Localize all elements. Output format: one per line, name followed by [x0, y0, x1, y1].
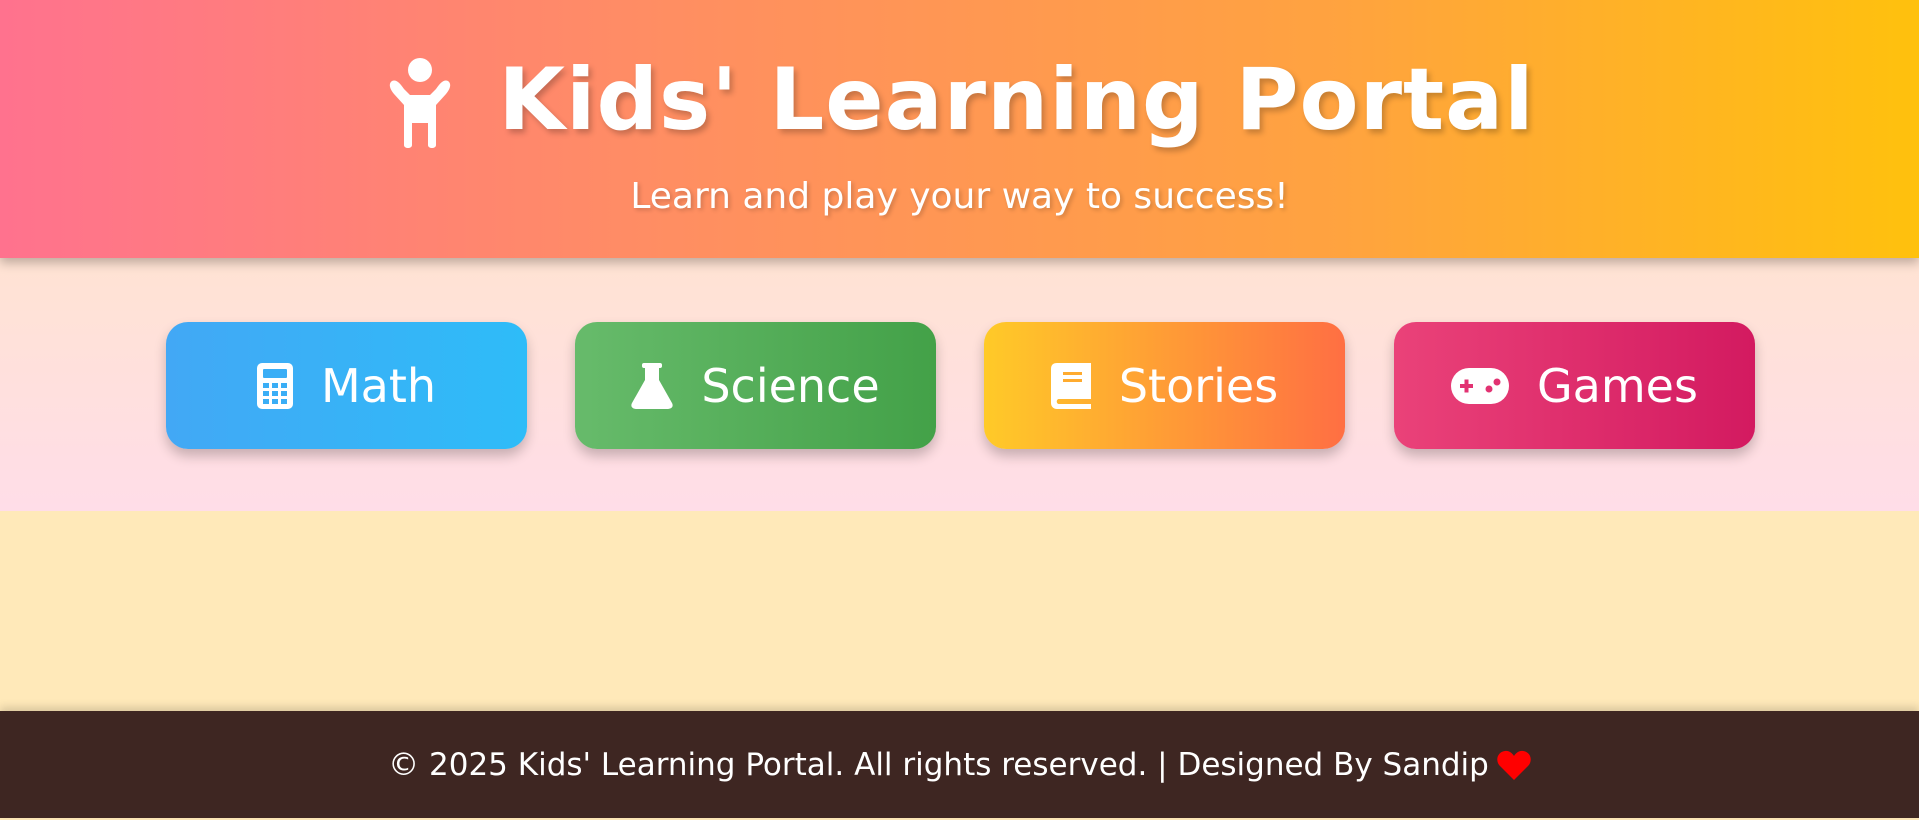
subject-nav: Math Science Stories Games [0, 258, 1919, 511]
heart-icon [1497, 750, 1531, 780]
site-header: Kids' Learning Portal Learn and play you… [0, 0, 1919, 258]
gamepad-icon [1451, 367, 1510, 404]
flask-icon [631, 362, 673, 409]
footer-text: © 2025 Kids' Learning Portal. All rights… [388, 746, 1489, 783]
stories-label: Stories [1118, 358, 1279, 413]
child-icon [390, 58, 451, 148]
calculator-icon [256, 362, 293, 409]
math-label: Math [320, 358, 437, 413]
science-label: Science [701, 358, 880, 413]
title-row: Kids' Learning Portal [0, 50, 1919, 150]
page-subtitle: Learn and play your way to success! [630, 176, 1289, 217]
book-icon [1050, 362, 1091, 409]
site-footer: © 2025 Kids' Learning Portal. All rights… [0, 711, 1919, 818]
page-title: Kids' Learning Portal [498, 50, 1535, 150]
games-button[interactable]: Games [1394, 322, 1755, 449]
stories-button[interactable]: Stories [984, 322, 1345, 449]
science-button[interactable]: Science [575, 322, 936, 449]
math-button[interactable]: Math [166, 322, 527, 449]
games-label: Games [1537, 358, 1698, 413]
